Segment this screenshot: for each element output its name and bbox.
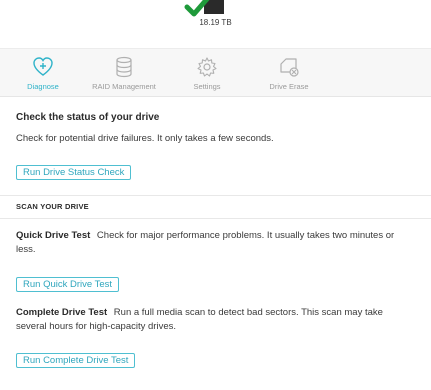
tab-label: RAID Management (92, 82, 156, 91)
raid-icon (116, 56, 132, 78)
section-title: SCAN YOUR DRIVE (16, 202, 89, 211)
tab-bar: Diagnose RAID Management Settings Drive … (0, 48, 431, 97)
checkmark-icon (184, 0, 210, 17)
tab-label: Diagnose (27, 82, 59, 91)
run-drive-status-check-button[interactable]: Run Drive Status Check (16, 165, 132, 180)
drive-erase-icon (280, 58, 299, 77)
drive-size-label: 18.19 TB (199, 18, 232, 27)
tab-label: Settings (193, 82, 221, 91)
tab-label: Drive Erase (269, 82, 309, 91)
quick-drive-test-title: Quick Drive Test (16, 230, 91, 241)
tab-diagnose[interactable]: Diagnose (18, 49, 68, 96)
complete-drive-test-row: Complete Drive Test Run a full media sca… (16, 306, 416, 334)
diagnose-icon (33, 57, 53, 76)
run-complete-drive-test-button[interactable]: Run Complete Drive Test (16, 353, 136, 368)
status-check-title: Check the status of your drive (16, 112, 160, 123)
status-check-description: Check for potential drive failures. It o… (16, 133, 274, 144)
tab-settings[interactable]: Settings (183, 49, 231, 96)
tab-raid-management[interactable]: RAID Management (84, 49, 164, 96)
drive-header: 18.19 TB (0, 0, 431, 48)
divider (0, 218, 431, 219)
tab-drive-erase[interactable]: Drive Erase (258, 49, 320, 96)
gear-icon (197, 57, 217, 77)
quick-drive-test-row: Quick Drive Test Check for major perform… (16, 229, 416, 257)
complete-drive-test-title: Complete Drive Test (16, 307, 108, 318)
divider (0, 195, 431, 196)
run-quick-drive-test-button[interactable]: Run Quick Drive Test (16, 277, 120, 292)
